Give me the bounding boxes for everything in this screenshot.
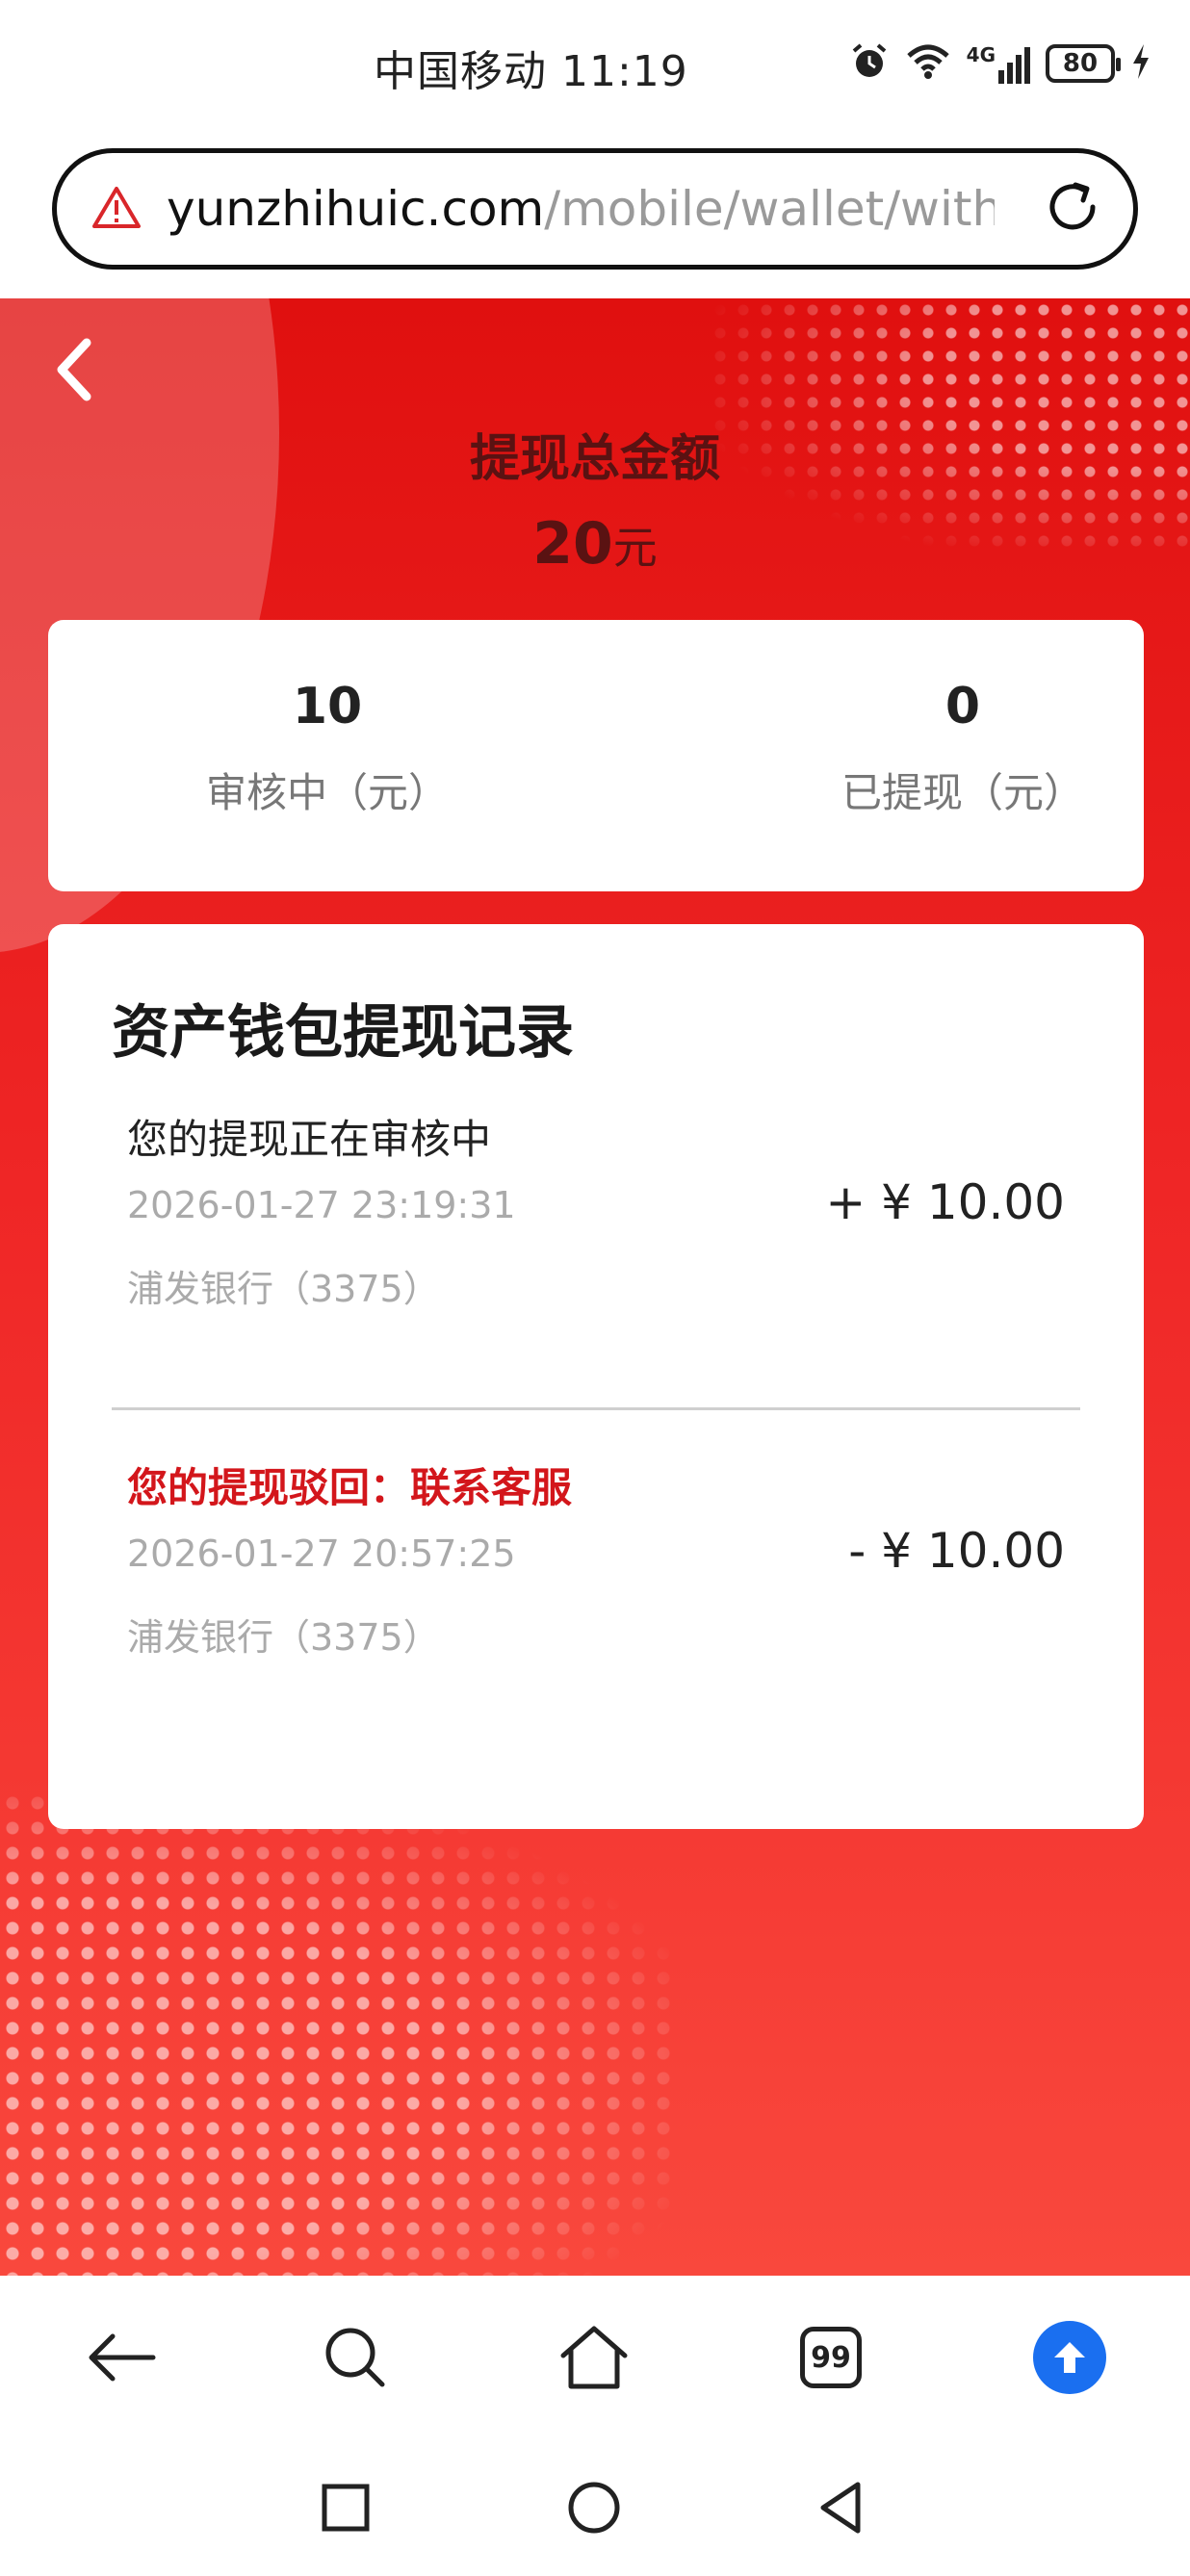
tabs-icon[interactable]: 99 [788,2314,874,2401]
list-item[interactable]: 您的提现驳回：联系客服 2026-01-27 20:57:25 浦发银行（337… [48,1455,1144,1744]
alarm-icon [849,41,890,86]
withdrawn-value: 0 [944,678,981,735]
battery-level: 80 [1062,49,1099,78]
status-icons: 4G 80 [849,39,1151,89]
url-text[interactable]: yunzhihuic.com/mobile/wallet/withlo [167,181,995,237]
stat-withdrawn: 0 已提现（元） [818,678,1107,819]
upload-circle [1033,2321,1106,2394]
record-status[interactable]: 您的提现驳回：联系客服 [127,1455,572,1514]
record-amount: + ¥ 10.00 [825,1174,1065,1230]
total-amount: 20元 [0,510,1190,578]
url-domain: yunzhihuic.com [167,181,545,237]
upload-icon[interactable] [1026,2314,1113,2401]
record-time: 2026-01-27 20:57:25 [127,1533,516,1575]
list-item[interactable]: 您的提现正在审核中 2026-01-27 23:19:31 浦发银行（3375）… [48,1107,1144,1396]
charging-icon [1130,42,1151,85]
address-bar[interactable]: yunzhihuic.com/mobile/wallet/withlo [52,148,1138,270]
chevron-left-icon [57,338,91,401]
tabs-count: 99 [800,2327,862,2388]
home-icon[interactable] [551,2314,637,2401]
home-circle-icon[interactable] [560,2474,628,2541]
divider [112,1407,1080,1410]
reviewing-value: 10 [292,678,363,735]
signal-icon: 4G [967,43,1030,84]
total-value: 20 [532,510,613,578]
wifi-icon [905,42,951,85]
back-button[interactable] [46,331,104,408]
back-arrow-icon[interactable] [77,2314,164,2401]
records-card: 资产钱包提现记录 您的提现正在审核中 2026-01-27 23:19:31 浦… [48,924,1144,1829]
status-bar: 中国移动 11:19 4G 80 [0,0,1190,133]
stats-card: 10 审核中（元） 0 已提现（元） [48,620,1144,891]
total-title: 提现总金额 [469,430,720,488]
stat-reviewing: 10 审核中（元） [144,678,510,819]
network-type: 4G [966,43,996,66]
withdrawn-label: 已提现（元） [841,769,1084,816]
search-icon[interactable] [312,2314,399,2401]
reload-icon[interactable] [1041,175,1104,243]
carrier-time: 中国移动 11:19 [374,47,688,96]
warning-icon[interactable] [91,185,142,233]
record-bank: 浦发银行（3375） [127,1616,440,1659]
back-triangle-icon[interactable] [807,2474,874,2541]
recents-icon[interactable] [312,2474,379,2541]
background-dots-bottom [0,1790,674,2276]
total-unit: 元 [612,522,658,574]
battery-icon: 80 [1046,44,1121,83]
browser-toolbar: 99 [0,2276,1190,2439]
wallet-page: 提现总金额 20元 10 审核中（元） 0 已提现（元） 资产钱包提现记录 您的… [0,298,1190,2276]
record-status: 您的提现正在审核中 [127,1116,492,1163]
system-nav-bar [0,2439,1190,2576]
record-bank: 浦发银行（3375） [127,1268,440,1310]
record-amount: - ¥ 10.00 [848,1523,1065,1579]
reviewing-label: 审核中（元） [205,769,449,816]
record-time: 2026-01-27 23:19:31 [127,1184,516,1226]
records-title: 资产钱包提现记录 [112,999,574,1067]
url-path: /mobile/wallet/withlo [544,181,995,237]
